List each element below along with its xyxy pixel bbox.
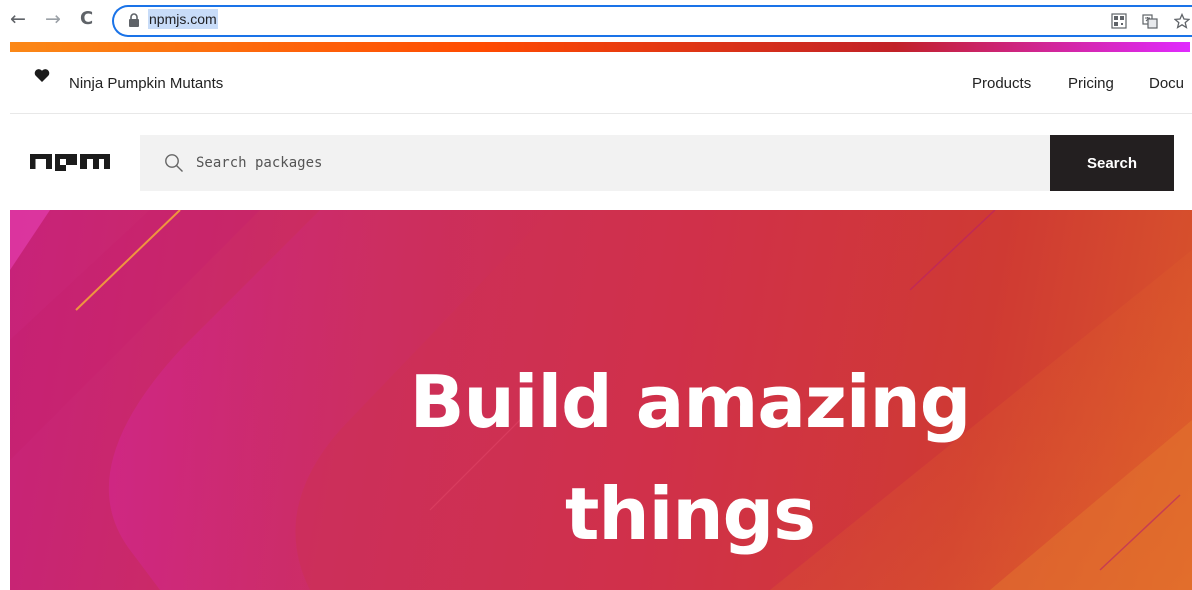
search-input[interactable] [196,135,1036,191]
brand-gradient-stripe [10,42,1190,52]
search-box[interactable] [140,135,1050,191]
hero-headline: Build amazing things [350,346,1030,570]
nav-docs-link[interactable]: Docu [1149,75,1184,92]
hero-headline-line-2: things [564,472,816,556]
star-icon[interactable] [1174,13,1190,29]
npm-top-bar: Ninja Pumpkin Mutants Products Pricing D… [10,52,1192,114]
search-bar-row: Search [10,115,1192,210]
url-text[interactable]: npmjs.com [148,9,218,29]
hero-banner: Build amazing things [10,210,1192,590]
npm-logo[interactable] [30,151,112,171]
nav-pricing-link[interactable]: Pricing [1068,75,1114,92]
back-arrow-icon[interactable]: ← [10,8,26,30]
nav-products-link[interactable]: Products [972,75,1031,92]
address-bar[interactable] [112,5,1192,37]
hero-headline-line-1: Build amazing [409,360,972,444]
heart-icon[interactable] [34,68,50,83]
reload-icon[interactable]: C [80,8,93,30]
search-icon [165,154,183,172]
browser-toolbar: ← → C npmjs.com [0,0,1192,40]
translate-icon[interactable] [1142,13,1158,29]
search-button[interactable]: Search [1050,135,1174,191]
qr-code-icon[interactable] [1111,13,1127,29]
forward-arrow-icon[interactable]: → [45,8,61,30]
lock-icon[interactable] [128,13,140,27]
tagline[interactable]: Ninja Pumpkin Mutants [69,75,223,92]
